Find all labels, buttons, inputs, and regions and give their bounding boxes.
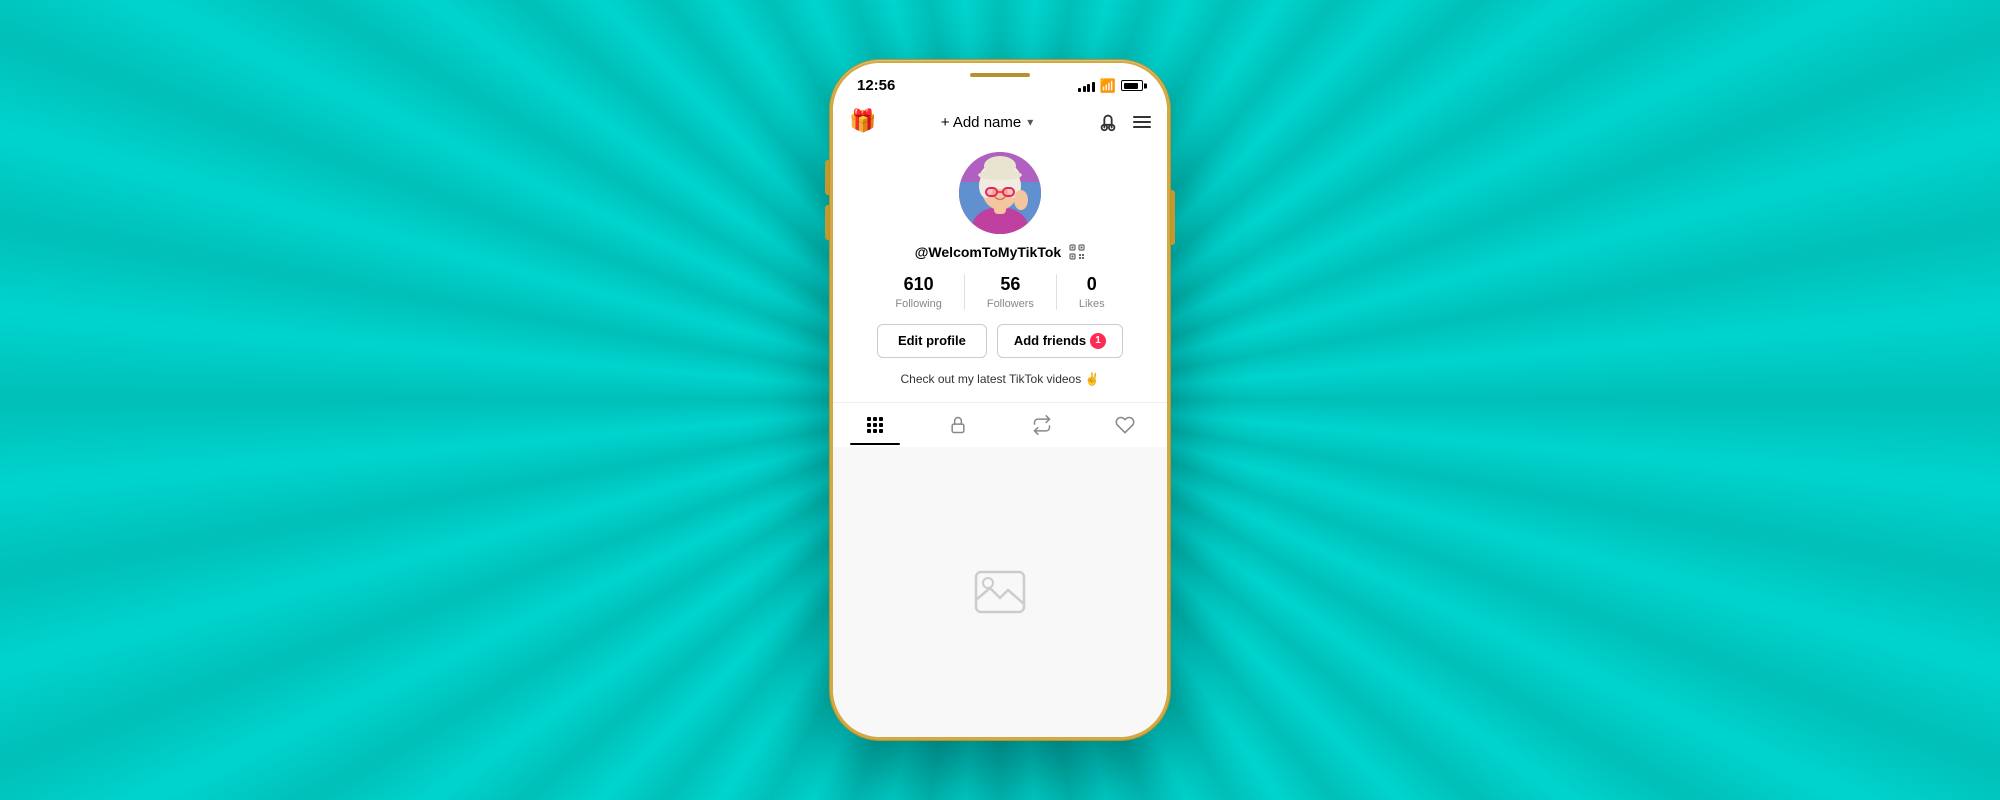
tab-locked[interactable] xyxy=(917,403,1001,447)
status-icons: 📶 xyxy=(1078,78,1143,94)
edit-profile-button[interactable]: Edit profile xyxy=(877,324,987,358)
following-label: Following xyxy=(895,298,941,310)
screen: 12:56 📶 xyxy=(833,63,1167,737)
followers-count: 56 xyxy=(1000,274,1020,296)
add-friends-button[interactable]: Add friends 1 xyxy=(997,324,1123,358)
empty-image-icon xyxy=(974,570,1026,614)
action-buttons: Edit profile Add friends 1 xyxy=(877,324,1123,358)
chevron-down-icon: ▾ xyxy=(1027,115,1033,129)
signal-icon xyxy=(1078,80,1095,92)
phone-frame: 12:56 📶 xyxy=(830,60,1170,740)
following-count: 610 xyxy=(904,274,934,296)
repost-icon xyxy=(1032,415,1052,435)
menu-icon[interactable] xyxy=(1133,116,1151,128)
top-right-icons xyxy=(1097,111,1151,133)
followers-label: Followers xyxy=(987,298,1034,310)
content-area xyxy=(833,447,1167,737)
stat-following[interactable]: 610 Following xyxy=(873,274,964,310)
stats-row: 610 Following 56 Followers 0 Likes xyxy=(849,274,1151,310)
gift-icon: 🎁 xyxy=(849,108,877,136)
stat-followers[interactable]: 56 Followers xyxy=(965,274,1057,310)
wifi-icon: 📶 xyxy=(1100,78,1116,94)
phone-inner: 12:56 📶 xyxy=(833,63,1167,737)
empty-state xyxy=(974,570,1026,614)
add-name-label: + Add name xyxy=(941,114,1021,131)
heart-icon xyxy=(1115,415,1135,435)
grid-icon xyxy=(867,417,883,433)
bio-text: Check out my latest TikTok videos ✌️ xyxy=(880,372,1119,386)
tabs-row xyxy=(833,402,1167,447)
audio-icon[interactable] xyxy=(1097,111,1119,133)
likes-label: Likes xyxy=(1079,298,1105,310)
tab-repost[interactable] xyxy=(1000,403,1084,447)
username-text: @WelcomToMyTikTok xyxy=(915,244,1061,260)
tab-grid[interactable] xyxy=(833,405,917,445)
notification-badge: 1 xyxy=(1090,333,1106,349)
speaker xyxy=(970,73,1030,77)
stat-likes[interactable]: 0 Likes xyxy=(1057,274,1127,310)
profile-section: @WelcomToMyTikTok xyxy=(833,146,1167,402)
top-nav: 🎁 + Add name ▾ xyxy=(833,102,1167,146)
battery-icon xyxy=(1121,80,1143,91)
likes-count: 0 xyxy=(1087,274,1097,296)
tab-liked[interactable] xyxy=(1084,403,1168,447)
avatar xyxy=(959,152,1041,234)
status-time: 12:56 xyxy=(857,77,895,94)
phone-wrapper: 12:56 📶 xyxy=(830,60,1170,740)
qr-code-icon[interactable] xyxy=(1069,244,1085,260)
phone-notch xyxy=(955,63,1045,87)
username-row: @WelcomToMyTikTok xyxy=(915,244,1085,260)
lock-icon xyxy=(948,415,968,435)
add-name-button[interactable]: + Add name ▾ xyxy=(941,114,1034,131)
